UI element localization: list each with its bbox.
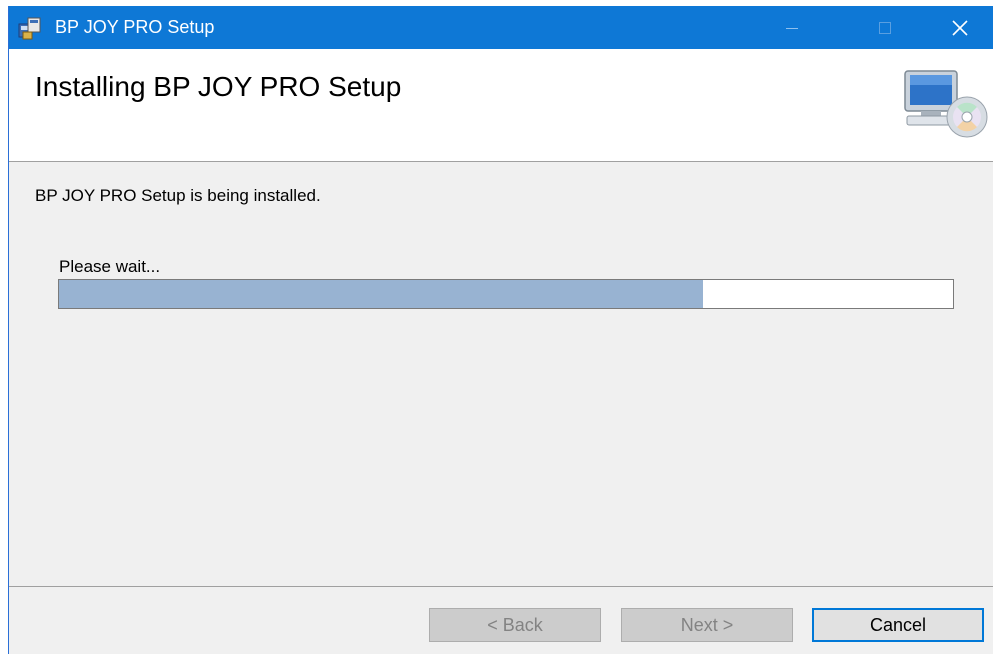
- progress-fill: [59, 280, 703, 308]
- minimize-icon: [786, 27, 798, 29]
- maximize-button[interactable]: [862, 6, 908, 49]
- wait-label: Please wait...: [59, 257, 161, 276]
- maximize-icon: [879, 21, 891, 34]
- header-banner: Installing BP JOY PRO Setup: [9, 49, 993, 162]
- computer-cd-icon: [904, 70, 988, 138]
- page-heading: Installing BP JOY PRO Setup: [35, 71, 402, 102]
- cancel-button[interactable]: Cancel: [812, 608, 984, 642]
- install-status-text: BP JOY PRO Setup is being installed.: [35, 186, 321, 205]
- installer-icon: [18, 17, 41, 40]
- close-button[interactable]: [937, 6, 983, 49]
- back-button[interactable]: < Back: [429, 608, 601, 642]
- minimize-button[interactable]: [769, 6, 815, 49]
- title-bar[interactable]: BP JOY PRO Setup: [9, 6, 993, 49]
- close-icon: [952, 19, 968, 36]
- install-progress-bar: [58, 279, 954, 309]
- next-button[interactable]: Next >: [621, 608, 793, 642]
- window-title: BP JOY PRO Setup: [55, 17, 215, 37]
- setup-window: BP JOY PRO Setup Installing BP JOY PRO S…: [8, 6, 993, 654]
- footer-divider: [9, 586, 993, 587]
